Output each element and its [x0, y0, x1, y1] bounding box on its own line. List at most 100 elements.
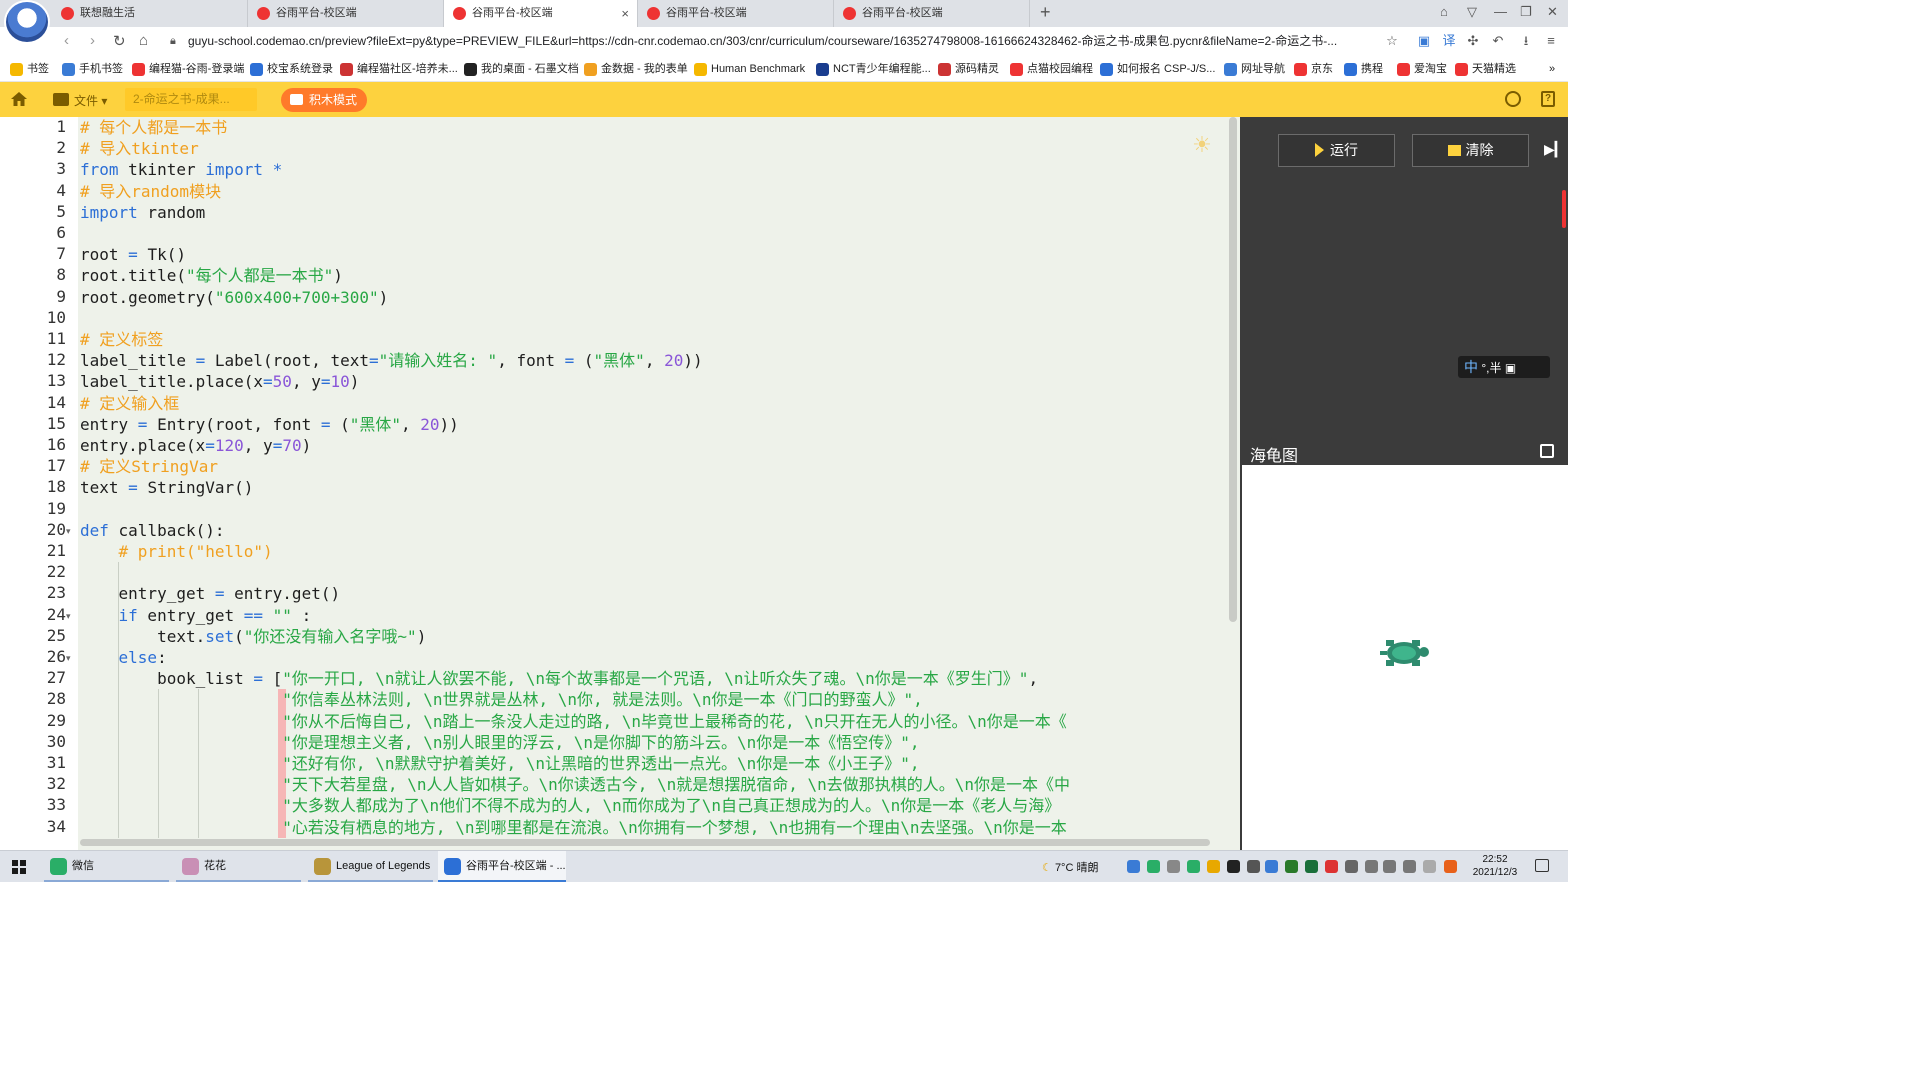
tray-icon[interactable] [1227, 860, 1240, 873]
code-line[interactable]: "你从不后悔自己, \n踏上一条没人走过的路, \n毕竟世上最稀奇的花, \n只… [80, 711, 1067, 732]
fullscreen-icon[interactable] [1540, 444, 1554, 458]
horizontal-scrollbar[interactable] [80, 839, 1210, 846]
folder-icon[interactable] [53, 93, 69, 106]
shirt-icon[interactable]: ▽ [1467, 4, 1477, 20]
bookmark-item[interactable]: 书签 [10, 61, 49, 77]
code-line[interactable]: # 导入random模块 [80, 181, 221, 202]
file-menu[interactable]: 文件 ▾ [74, 92, 107, 109]
bookmark-item[interactable]: 编程猫社区-培养未... [340, 61, 458, 77]
star-icon[interactable]: ☆ [1384, 33, 1400, 49]
code-line[interactable]: label_title = Label(root, text="请输入姓名: "… [80, 350, 703, 371]
new-tab-button[interactable]: + [1040, 2, 1051, 23]
back-icon[interactable]: ‹ [64, 32, 69, 49]
code-line[interactable]: from tkinter import * [80, 159, 282, 180]
turtle-canvas[interactable] [1242, 465, 1568, 850]
mic-icon[interactable] [1247, 860, 1260, 873]
code-line[interactable]: # 定义标签 [80, 329, 163, 350]
code-line[interactable]: # print("hello") [80, 541, 273, 562]
code-line[interactable]: # 导入tkinter [80, 138, 199, 159]
code-line[interactable]: # 定义输入框 [80, 393, 179, 414]
tray-icon[interactable] [1167, 860, 1180, 873]
code-line[interactable]: root.title("每个人都是一本书") [80, 265, 343, 286]
home-icon[interactable] [11, 92, 27, 106]
collapse-panel-icon[interactable]: ▶▎ [1544, 141, 1566, 158]
code-editor[interactable]: 1 2 3 4 5 6 7 8 9 10 11 12 13 14 15 16 17 18 19 20 ▾ 21 22 23 24… [0, 117, 1240, 850]
notification-icon[interactable] [1535, 859, 1549, 872]
bookmark-item[interactable]: 如何报名 CSP-J/S... [1100, 61, 1215, 77]
theme-sun-icon[interactable]: ☀ [1190, 133, 1214, 157]
taskbar-item[interactable]: 微信 [44, 851, 169, 882]
forward-icon[interactable]: › [90, 32, 95, 49]
code-line[interactable]: label_title.place(x=50, y=10) [80, 371, 359, 392]
browser-tab-active[interactable]: 谷雨平台-校区端 × [444, 0, 638, 27]
tray-icon[interactable] [1444, 860, 1457, 873]
system-clock[interactable]: 22:52 2021/12/3 [1465, 853, 1525, 879]
tab-close-icon[interactable]: × [621, 0, 629, 27]
battery-icon[interactable] [1345, 860, 1358, 873]
minimize-icon[interactable]: — [1494, 4, 1507, 19]
code-line[interactable]: "还好有你, \n默默守护着美好, \n让黑暗的世界透出一点光。\n你是一本《小… [80, 753, 919, 774]
close-window-icon[interactable]: ✕ [1547, 4, 1558, 20]
tray-icon[interactable] [1207, 860, 1220, 873]
home-nav-icon[interactable]: ⌂ [139, 32, 148, 49]
bookmark-item[interactable]: 编程猫-谷雨-登录端 [132, 61, 244, 77]
tray-icon[interactable] [1127, 860, 1140, 873]
code-line[interactable]: text.set("你还没有输入名字哦~") [80, 626, 426, 647]
code-line[interactable]: if entry_get == "" : [80, 605, 312, 626]
code-line[interactable]: import random [80, 202, 205, 223]
taskbar-item-active[interactable]: 谷雨平台-校区端 - ... [438, 851, 566, 882]
clear-button[interactable]: 清除 [1412, 134, 1529, 167]
bookmark-item[interactable]: Human Benchmark [694, 61, 805, 77]
wifi-icon[interactable] [1365, 860, 1378, 873]
code-line[interactable]: book_list = ["你一开口, \n就让人欲罢不能, \n每个故事都是一… [80, 668, 1038, 689]
fold-toggle-icon[interactable]: ▾ [66, 611, 71, 622]
tray-icon[interactable] [1187, 860, 1200, 873]
extension-icon[interactable]: ▣ [1416, 33, 1432, 49]
code-line[interactable]: entry = Entry(root, font = ("黑体", 20)) [80, 414, 459, 435]
bookmark-item[interactable]: 天猫精选 [1455, 61, 1516, 77]
bluetooth-icon[interactable] [1265, 860, 1278, 873]
code-line[interactable]: entry_get = entry.get() [80, 583, 341, 604]
filename-field[interactable]: 2-命运之书-成果... [125, 88, 257, 111]
bookmark-item[interactable]: 网址导航 [1224, 61, 1285, 77]
display-icon[interactable] [1403, 860, 1416, 873]
undo-icon[interactable]: ↶ [1490, 33, 1506, 49]
weather-widget[interactable]: ☾ 7°C 晴朗 [1042, 859, 1098, 875]
console-scroll-indicator[interactable] [1562, 190, 1566, 228]
code-line[interactable]: "你是理想主义者, \n别人眼里的浮云, \n是你脚下的筋斗云。\n你是一本《悟… [80, 732, 919, 753]
profile-avatar[interactable] [4, 0, 50, 44]
globe-icon[interactable] [1505, 91, 1521, 107]
code-line[interactable]: root.geometry("600x400+700+300") [80, 287, 388, 308]
code-line[interactable]: "大多数人都成为了\n他们不得不成为的人, \n而你成为了\n自己真正想成为的人… [80, 795, 1060, 816]
code-line[interactable]: "你信奉丛林法则, \n世界就是丛林, \n你, 就是法则。\n你是一本《门口的… [80, 689, 923, 710]
url-bar[interactable]: 🔒︎ guyu-school.codemao.cn/preview?fileEx… [160, 30, 1410, 53]
windows-start-icon[interactable] [12, 860, 26, 874]
bookmark-item[interactable]: 京东 [1294, 61, 1333, 77]
ime-status-bar[interactable]: 中 °,半 ▣ [1458, 356, 1550, 378]
code-line[interactable]: "天下大若星盘, \n人人皆如棋子。\n你读透古今, \n就是想摆脱宿命, \n… [80, 774, 1070, 795]
browser-tab[interactable]: 联想融生活 [52, 0, 248, 27]
bookmark-item[interactable]: 携程 [1344, 61, 1383, 77]
code-line[interactable]: # 定义StringVar [80, 456, 218, 477]
vertical-scrollbar[interactable] [1229, 117, 1237, 622]
bookmark-item[interactable]: 手机书签 [62, 61, 123, 77]
reload-icon[interactable]: ↻ [113, 32, 126, 50]
menu-icon[interactable]: ≡ [1543, 33, 1559, 49]
bookmark-item[interactable]: 爱淘宝 [1397, 61, 1447, 77]
fold-toggle-icon[interactable]: ▾ [66, 526, 71, 537]
ime-icon[interactable] [1423, 860, 1436, 873]
code-line[interactable]: # 每个人都是一本书 [80, 117, 227, 138]
browser-tab[interactable]: 谷雨平台-校区端 [834, 0, 1030, 27]
fold-toggle-icon[interactable]: ▾ [66, 653, 71, 664]
code-area[interactable]: # 每个人都是一本书 # 导入tkinter from tkinter import… [80, 117, 1225, 850]
bookmark-item[interactable]: 校宝系统登录 [250, 61, 333, 77]
volume-icon[interactable] [1383, 860, 1396, 873]
code-line[interactable]: else: [80, 647, 167, 668]
puzzle-icon[interactable]: ✣ [1465, 33, 1481, 49]
translate-icon[interactable]: 译 [1441, 33, 1457, 49]
maximize-icon[interactable]: ❐ [1520, 4, 1532, 20]
browser-tab[interactable]: 谷雨平台-校区端 [638, 0, 834, 27]
code-line[interactable]: entry.place(x=120, y=70) [80, 435, 311, 456]
bookmarks-more-icon[interactable]: » [1532, 61, 1555, 77]
code-line[interactable]: text = StringVar() [80, 477, 253, 498]
